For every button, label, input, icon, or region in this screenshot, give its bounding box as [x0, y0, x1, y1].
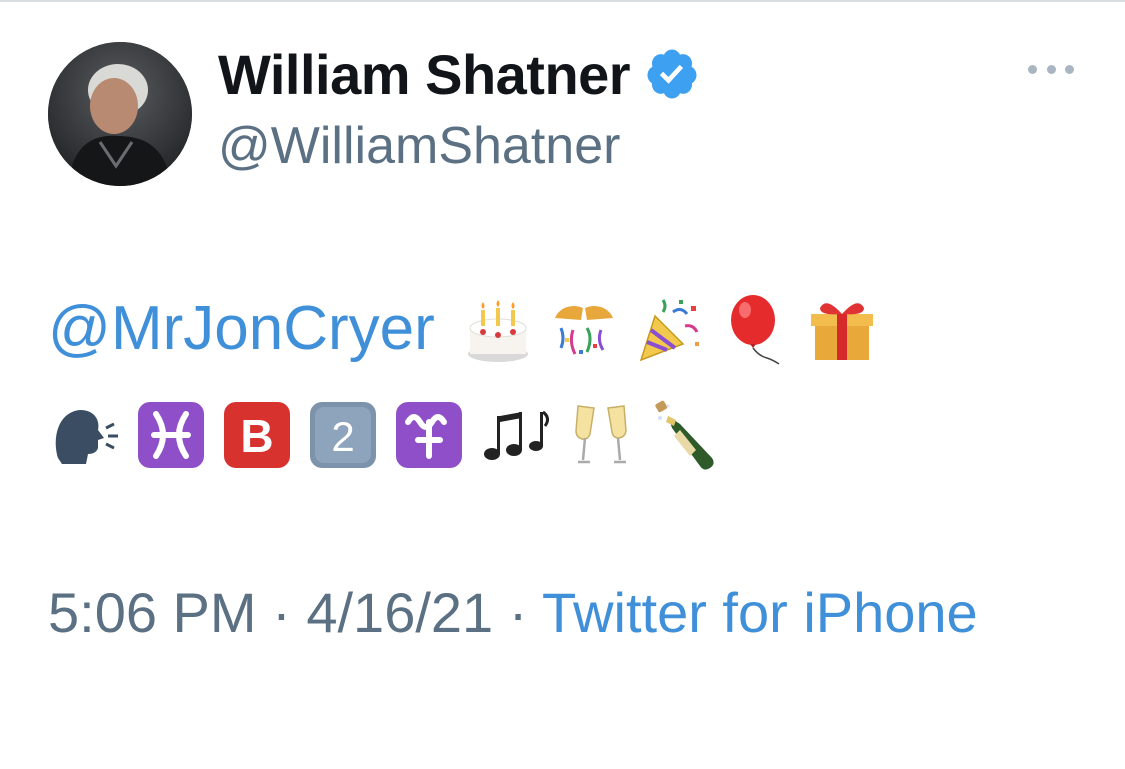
- mention-link[interactable]: @MrJonCryer: [48, 280, 435, 378]
- musical-notes-icon: [478, 398, 552, 472]
- ophiuchus-icon: [392, 398, 466, 472]
- svg-text:2: 2: [331, 413, 354, 460]
- birthday-cake-icon: [461, 292, 535, 366]
- display-name[interactable]: William Shatner: [218, 42, 631, 107]
- svg-text:B: B: [240, 410, 273, 462]
- avatar[interactable]: [48, 42, 192, 186]
- tweet-text: @MrJonCryer B 2: [48, 280, 1088, 484]
- tweet-time[interactable]: 5:06 PM: [48, 581, 257, 644]
- keycap-2-icon: 2: [306, 398, 380, 472]
- tweet-date[interactable]: 4/16/21: [306, 581, 493, 644]
- tweet-meta: 5:06 PM · 4/16/21 · Twitter for iPhone: [48, 572, 1088, 654]
- more-options-icon[interactable]: [1028, 58, 1074, 80]
- verified-badge-icon: [644, 46, 700, 102]
- wrapped-gift-icon: [805, 292, 879, 366]
- b-button-icon: B: [220, 398, 294, 472]
- tweet-source-link[interactable]: Twitter for iPhone: [542, 581, 978, 644]
- balloon-icon: [719, 292, 793, 366]
- meta-separator: ·: [272, 581, 291, 644]
- top-divider: [0, 0, 1125, 2]
- bottle-with-popping-cork-icon: [650, 398, 724, 472]
- confetti-ball-icon: [547, 292, 621, 366]
- display-name-row[interactable]: William Shatner: [218, 38, 700, 110]
- clinking-glasses-icon: [564, 398, 638, 472]
- speaking-head-icon: [48, 398, 122, 472]
- meta-separator: ·: [508, 581, 528, 644]
- user-handle[interactable]: @WilliamShatner: [218, 116, 620, 176]
- party-popper-icon: [633, 292, 707, 366]
- pisces-icon: [134, 398, 208, 472]
